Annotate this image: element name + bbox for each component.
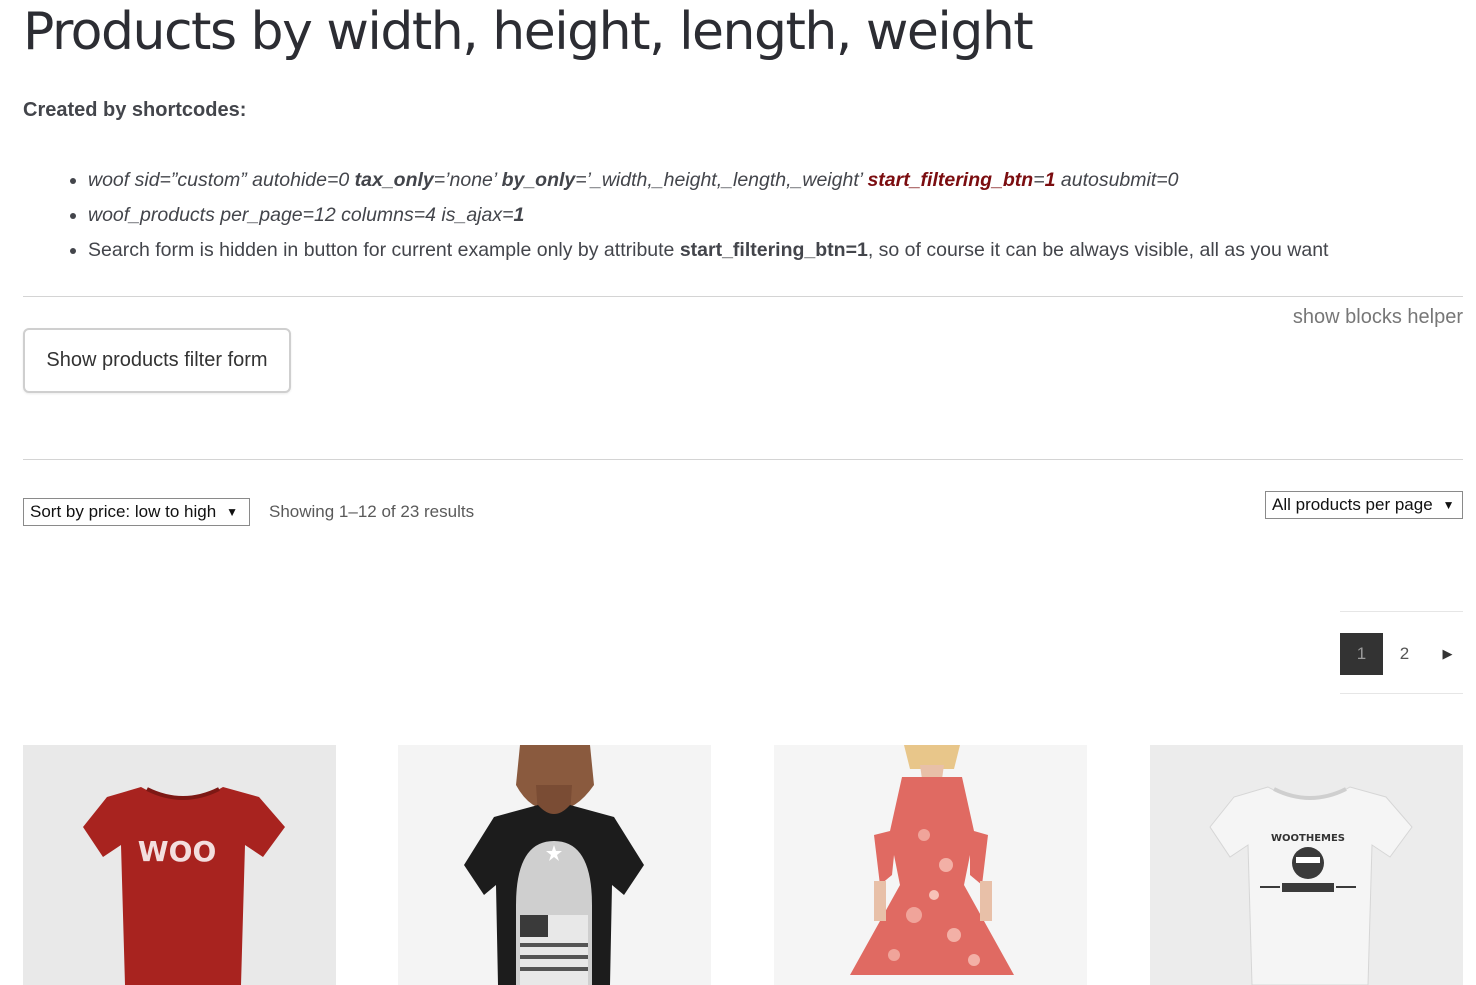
divider: [23, 296, 1463, 297]
list-item: woof sid=”custom” autohide=0 tax_only=’n…: [88, 163, 1476, 198]
page-title: Products by width, height, length, weigh…: [23, 2, 1034, 62]
product-image-red-woo-tshirt[interactable]: WOO: [23, 745, 336, 985]
show-blocks-helper-link[interactable]: show blocks helper: [1293, 306, 1463, 329]
list-item: woof_products per_page=12 columns=4 is_a…: [88, 198, 1476, 233]
model-photo: [464, 745, 644, 985]
divider: [23, 459, 1463, 460]
tshirt-print-text: WOO: [138, 835, 217, 868]
code-part: 1: [513, 204, 525, 226]
sort-select-value: Sort by price: low to high: [30, 502, 217, 521]
per-page-select-value: All products per page: [1272, 495, 1433, 514]
chevron-down-icon: ▼: [1442, 498, 1455, 512]
intro-text: Created by shortcodes:: [23, 99, 247, 121]
product-image-pink-dress[interactable]: [774, 745, 1087, 985]
code-part: autosubmit=0: [1055, 169, 1179, 191]
code-part: =: [1033, 169, 1045, 191]
tshirt-icon: WOO: [83, 787, 285, 985]
product-image-man-tshirt[interactable]: [398, 745, 711, 985]
code-part: =’_width,_height,_length,_weight’: [575, 169, 868, 191]
show-filter-form-button[interactable]: Show products filter form: [23, 328, 291, 393]
chevron-down-icon: ▼: [226, 505, 239, 519]
per-page-select[interactable]: All products per page ▼: [1265, 491, 1463, 519]
code-part: woof_products per_page=12 columns=4 is_a…: [88, 204, 514, 226]
code-part: by_only: [501, 169, 576, 191]
pagination-page-2[interactable]: 2: [1383, 633, 1426, 675]
text-part: Search form is hidden in button for curr…: [88, 239, 680, 261]
model-photo: [850, 745, 1014, 975]
product-image-white-woothemes-tshirt[interactable]: WOOTHEMES: [1150, 745, 1463, 985]
text-part: start_filtering_btn=1: [679, 239, 868, 261]
code-part: start_filtering_btn: [867, 169, 1034, 191]
pagination-divider: [1340, 611, 1463, 612]
shortcode-list: woof sid=”custom” autohide=0 tax_only=’n…: [63, 163, 1476, 268]
list-item: Search form is hidden in button for curr…: [88, 233, 1476, 268]
text-part: , so of course it can be always visible,…: [867, 239, 1329, 261]
code-part: woof sid=”custom” autohide=0: [88, 169, 355, 191]
pagination-next-icon[interactable]: ▶: [1426, 633, 1469, 675]
code-part: =’none’: [433, 169, 502, 191]
sort-select[interactable]: Sort by price: low to high ▼: [23, 498, 250, 526]
code-part: tax_only: [354, 169, 434, 191]
code-part: 1: [1044, 169, 1056, 191]
tshirt-icon: WOOTHEMES: [1209, 786, 1413, 985]
result-count: Showing 1–12 of 23 results: [269, 502, 475, 521]
pagination-current-page: 1: [1340, 633, 1383, 675]
tshirt-print-text: WOOTHEMES: [1271, 833, 1345, 844]
pagination-divider: [1340, 693, 1463, 694]
